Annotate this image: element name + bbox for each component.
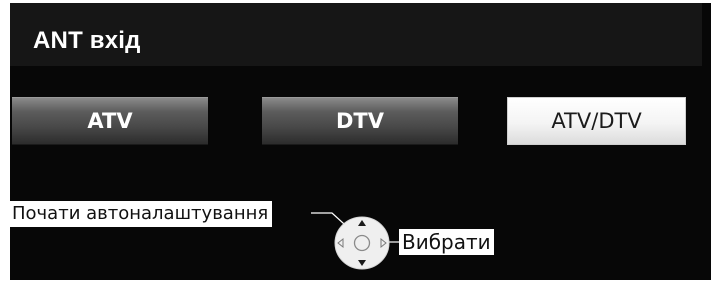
select-hint: Вибрати xyxy=(399,229,494,255)
option-atv-dtv-button[interactable]: ATV/DTV xyxy=(507,97,686,145)
title-bar: ANT вхід xyxy=(10,3,702,66)
option-atv-label: ATV xyxy=(87,109,133,133)
dpad-icon xyxy=(334,216,390,270)
option-atv-dtv-label: ATV/DTV xyxy=(551,109,642,133)
option-dtv-label: DTV xyxy=(335,109,384,133)
option-dtv-button[interactable]: DTV xyxy=(262,97,458,145)
start-autotune-hint: Почати автоналаштування xyxy=(8,201,273,227)
option-atv-button[interactable]: ATV xyxy=(12,97,208,145)
page-title: ANT вхід xyxy=(33,27,141,54)
